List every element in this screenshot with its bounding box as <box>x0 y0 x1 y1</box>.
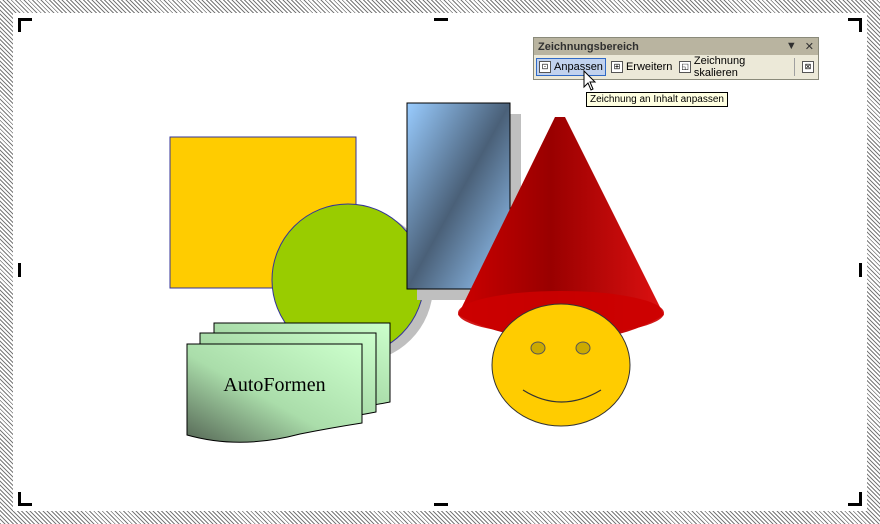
expand-button-label: Erweitern <box>625 61 673 73</box>
text-wrap-button[interactable]: ⊠ <box>800 58 816 76</box>
toolbar-title-bar[interactable]: Zeichnungsbereich ▼ ✕ <box>534 38 818 55</box>
fit-drawing-icon: ⊡ <box>539 61 551 73</box>
text-wrap-icon: ⊠ <box>802 61 814 73</box>
smiley-right-eye <box>575 341 591 355</box>
drawing-canvas-toolbar: Zeichnungsbereich ▼ ✕ ⊡ Anpassen ⊞ Erwei… <box>533 37 819 80</box>
autoshape-label: AutoFormen <box>223 374 326 396</box>
scale-drawing-icon: ◱ <box>679 61 691 73</box>
expand-drawing-icon: ⊞ <box>610 61 623 73</box>
toolbar-separator <box>794 58 795 76</box>
close-icon[interactable]: ✕ <box>805 40 814 53</box>
scale-drawing-button[interactable]: ◱ Zeichnung skalieren <box>677 55 789 79</box>
tooltip: Zeichnung an Inhalt anpassen <box>586 92 728 107</box>
scale-drawing-button-label: Zeichnung skalieren <box>693 55 746 79</box>
smiley-left-eye <box>530 341 546 355</box>
smiley-face <box>491 303 631 427</box>
mouse-cursor-icon <box>583 70 597 91</box>
chevron-down-icon[interactable]: ▼ <box>786 40 797 53</box>
toolbar-title: Zeichnungsbereich <box>538 40 639 53</box>
expand-button[interactable]: ⊞ Erweitern <box>609 58 674 76</box>
